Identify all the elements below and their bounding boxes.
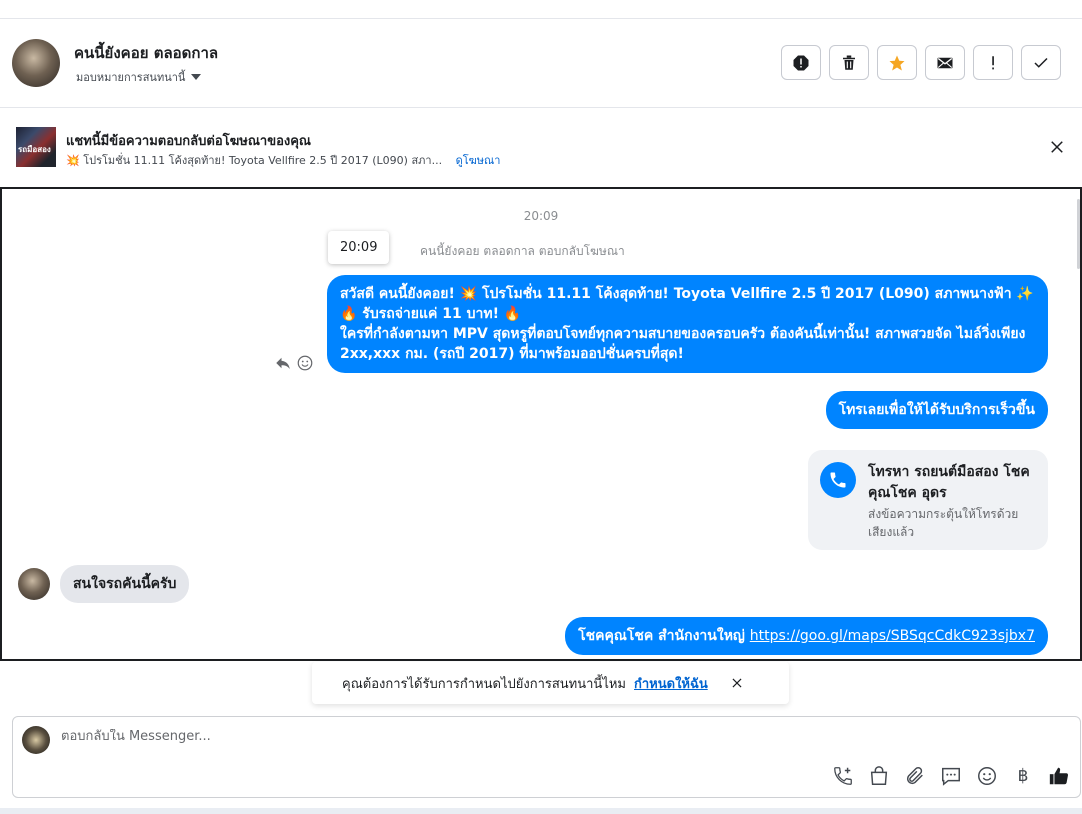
call-request-card[interactable]: โทรหา รถยนต์มือสอง โชคคุณโชค อุดร ส่งข้อ… xyxy=(808,450,1048,550)
sender-avatar[interactable] xyxy=(18,568,50,600)
message-line: สวัสดี คนนี้ยังคอย! 💥 โปรโมชั่น 11.11 โค… xyxy=(340,286,1034,302)
time-tooltip: 20:09 xyxy=(328,231,390,264)
payment-icon[interactable]: ฿ xyxy=(1012,766,1034,786)
ad-banner-description: 💥 โปรโมชั่น 11.11 โค้งสุดท้าย! Toyota Ve… xyxy=(66,151,500,169)
assign-label: มอบหมายการสนทนานี้ xyxy=(76,71,186,84)
header-actions xyxy=(781,45,1061,80)
outgoing-message: โชคคุณโชค สำนักงานใหญ่ https://goo.gl/ma… xyxy=(565,617,1048,655)
spam-icon xyxy=(793,55,809,70)
call-card-title: โทรหา รถยนต์มือสอง โชคคุณโชค อุดร xyxy=(868,464,1030,501)
outgoing-message: สวัสดี คนนี้ยังคอย! 💥 โปรโมชั่น 11.11 โค… xyxy=(327,275,1048,373)
composer: ฿ xyxy=(12,716,1081,798)
reply-icon[interactable] xyxy=(274,354,292,372)
reply-meta: คนนี้ยังคอย ตลอดกาล ตอบกลับโฆษณา xyxy=(420,244,625,258)
mail-icon xyxy=(937,57,953,68)
message-actions xyxy=(274,354,314,372)
shopping-bag-icon[interactable] xyxy=(868,765,890,787)
contact-avatar[interactable] xyxy=(12,39,60,87)
page-avatar xyxy=(22,726,50,754)
call-button[interactable] xyxy=(820,462,856,498)
message-line: ใครที่กำลังตามหา MPV สุดหรูที่ตอบโจทย์ทุ… xyxy=(340,326,1026,362)
emoji-icon[interactable] xyxy=(976,765,998,787)
incoming-message: สนใจรถคันนี้ครับ xyxy=(60,565,190,603)
maps-link[interactable]: https://goo.gl/maps/SBSqcCdkC923sjbx7 xyxy=(750,628,1035,644)
star-icon xyxy=(889,55,905,70)
outgoing-message: โทรเลยเพื่อให้ได้รับบริการเร็วขึ้น xyxy=(825,391,1048,429)
caret-down-icon xyxy=(191,74,202,80)
ad-description-text: 💥 โปรโมชั่น 11.11 โค้งสุดท้าย! Toyota Ve… xyxy=(66,154,443,167)
contact-name[interactable]: คนนี้ยังคอย ตลอดกาล xyxy=(74,41,218,65)
message-line: 🔥 รับรถจ่ายแค่ 11 บาท! 🔥 xyxy=(340,306,522,322)
conversation-header: คนนี้ยังคอย ตลอดกาล มอบหมายการสนทนานี้ xyxy=(0,19,1082,108)
ad-banner-title: แชทนี้มีข้อความตอบกลับต่อโฆษณาของคุณ xyxy=(66,134,311,149)
timestamp-divider: 20:09 xyxy=(523,209,559,223)
close-icon[interactable] xyxy=(730,676,744,690)
like-icon[interactable] xyxy=(1048,765,1070,787)
assign-dropdown[interactable]: มอบหมายการสนทนานี้ xyxy=(76,68,202,86)
check-icon xyxy=(1034,57,1048,68)
close-icon[interactable] xyxy=(1048,138,1066,156)
ad-thumbnail-text: รถมือสอง xyxy=(18,145,51,154)
mark-done-button[interactable] xyxy=(1021,45,1061,80)
composer-tools: ฿ xyxy=(832,765,1070,787)
bottom-strip xyxy=(0,808,1082,814)
mark-unread-button[interactable] xyxy=(925,45,965,80)
reply-input[interactable] xyxy=(61,729,761,744)
exclamation-icon xyxy=(992,55,994,69)
phone-icon xyxy=(830,472,846,488)
message-thread[interactable]: 20:09 20:09 คนนี้ยังคอย ตลอดกาล ตอบกลับโ… xyxy=(0,187,1082,661)
delete-button[interactable] xyxy=(829,45,869,80)
add-call-icon[interactable] xyxy=(832,765,854,787)
follow-up-button[interactable] xyxy=(973,45,1013,80)
call-card-subtitle: ส่งข้อความกระตุ้นให้โทรด้วยเสียงแล้ว xyxy=(868,507,1019,539)
view-ad-link[interactable]: ดูโฆษณา xyxy=(456,154,501,167)
star-button[interactable] xyxy=(877,45,917,80)
message-text: โชคคุณโชค สำนักงานใหญ่ xyxy=(578,628,745,644)
incoming-message-row: สนใจรถคันนี้ครับ xyxy=(18,565,190,603)
saved-replies-icon[interactable] xyxy=(940,765,962,787)
attachment-icon[interactable] xyxy=(904,765,926,787)
ad-reply-banner: รถมือสอง แชทนี้มีข้อความตอบกลับต่อโฆษณาข… xyxy=(0,108,1082,186)
spam-button[interactable] xyxy=(781,45,821,80)
assign-to-me-link[interactable]: กำหนดให้ฉัน xyxy=(634,673,708,694)
trash-icon xyxy=(843,55,855,70)
toast-text: คุณต้องการได้รับการกำหนดไปยังการสนทนานี้… xyxy=(342,676,626,692)
assign-toast: คุณต้องการได้รับการกำหนดไปยังการสนทนานี้… xyxy=(312,662,789,704)
emoji-icon[interactable] xyxy=(296,354,314,372)
next-message-peek xyxy=(982,659,1048,661)
ad-thumbnail[interactable]: รถมือสอง xyxy=(16,127,56,167)
